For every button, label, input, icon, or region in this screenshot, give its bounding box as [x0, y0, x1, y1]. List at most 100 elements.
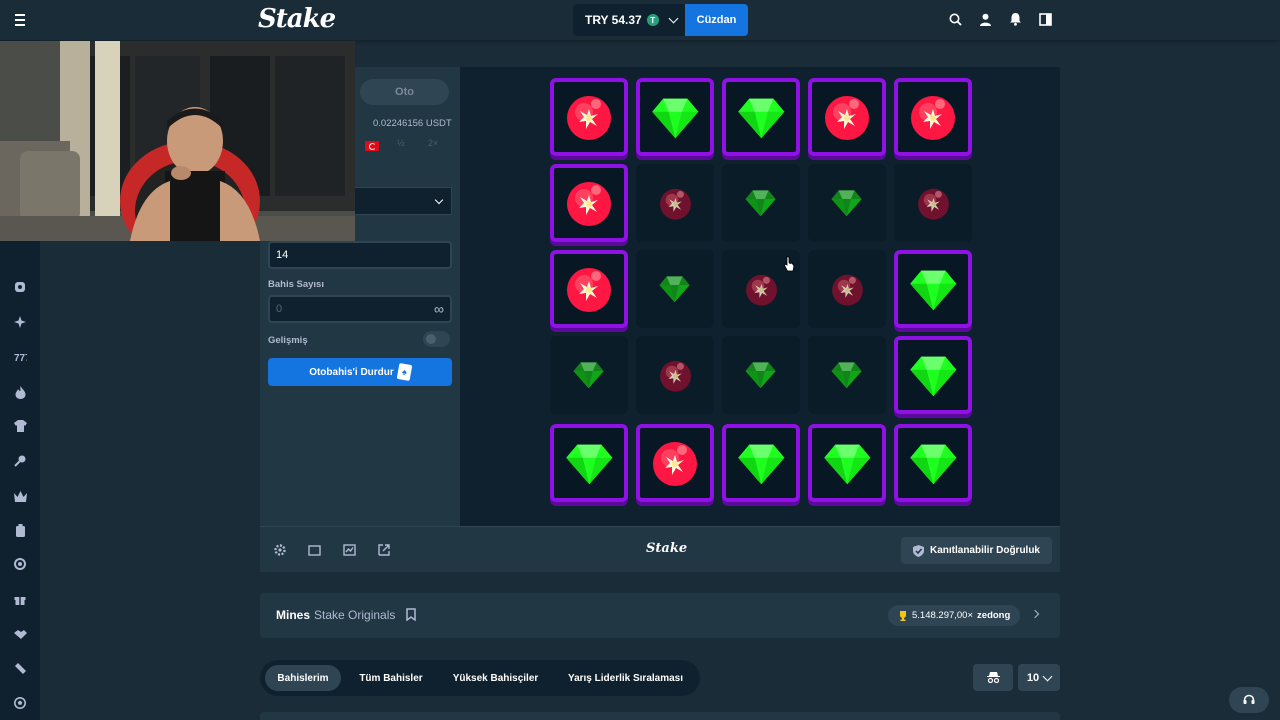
sidebar-toggle-icon[interactable] — [1038, 12, 1052, 26]
revealed-gem-tile[interactable] — [894, 336, 972, 414]
revealed-mine-tile[interactable] — [550, 78, 628, 156]
stake-logo[interactable]: Stake — [258, 4, 336, 34]
rows-count-select[interactable]: 10 — [1018, 664, 1060, 691]
gem-icon — [823, 444, 871, 484]
gem-icon — [659, 276, 691, 303]
advanced-toggle[interactable] — [423, 331, 450, 347]
revealed-gem-tile[interactable] — [894, 424, 972, 502]
crown-icon[interactable] — [13, 489, 27, 503]
chevron-down-icon — [1042, 671, 1053, 681]
theatre-mode-icon[interactable] — [307, 543, 321, 557]
balance-selector[interactable]: TRY 54.37 T — [573, 4, 685, 36]
unrevealed-mine-tile[interactable] — [636, 336, 714, 414]
tab-high-rollers[interactable]: Yüksek Bahisçiler — [443, 665, 548, 691]
unrevealed-gem-tile[interactable] — [550, 336, 628, 414]
casino-icon[interactable] — [13, 280, 27, 294]
provably-fair-button[interactable]: Kanıtlanabilir Doğruluk — [901, 537, 1052, 564]
unrevealed-mine-tile[interactable] — [894, 164, 972, 242]
revealed-mine-tile[interactable] — [808, 78, 886, 156]
tennis-icon[interactable] — [13, 454, 27, 468]
shield-check-icon — [912, 544, 924, 557]
turkey-flag-icon — [365, 141, 379, 151]
auto-mode-tab[interactable]: Oto — [360, 79, 449, 105]
mine-icon — [567, 182, 611, 226]
webcam-overlay — [0, 41, 355, 241]
stop-autobet-button[interactable]: Otobahis'i Durdur ♠ — [268, 358, 452, 386]
user-icon[interactable] — [978, 12, 992, 26]
provably-fair-label: Kanıtlanabilir Doğruluk — [929, 545, 1040, 556]
search-icon[interactable] — [948, 12, 962, 26]
bet-count-input[interactable]: 0 ∞ — [268, 295, 452, 323]
revealed-mine-tile[interactable] — [636, 424, 714, 502]
usdt-value: 0.02246156 USDT — [373, 118, 452, 129]
tab-all-bets[interactable]: Tüm Bahisler — [350, 665, 432, 691]
gem-icon — [909, 270, 957, 310]
slots-icon[interactable]: 777 — [13, 350, 27, 364]
gem-icon — [831, 190, 863, 217]
revealed-gem-tile[interactable] — [722, 424, 800, 502]
settings-icon[interactable] — [273, 543, 287, 557]
revealed-gem-tile[interactable] — [636, 78, 714, 156]
gems-value: 14 — [276, 249, 289, 261]
bell-icon[interactable] — [1008, 12, 1022, 26]
menu-icon[interactable] — [8, 10, 32, 30]
gem-icon — [909, 356, 957, 396]
shirt-icon[interactable] — [13, 419, 27, 433]
header-actions — [948, 12, 1052, 26]
mine-icon — [825, 96, 869, 140]
tab-race-leaderboard[interactable]: Yarış Liderlik Sıralaması — [558, 665, 693, 691]
gem-icon — [745, 190, 777, 217]
card-icon: ♠ — [396, 362, 413, 382]
half-button[interactable]: ½ — [397, 138, 405, 156]
gems-input[interactable]: 14 — [268, 241, 452, 269]
revealed-gem-tile[interactable] — [550, 424, 628, 502]
game-icon[interactable] — [13, 523, 27, 537]
gem-icon — [737, 444, 785, 484]
unrevealed-gem-tile[interactable] — [722, 164, 800, 242]
handshake-icon[interactable] — [13, 627, 27, 641]
esports-icon[interactable] — [13, 557, 27, 571]
balance-amount: TRY 54.37 — [585, 13, 642, 27]
gem-icon — [831, 362, 863, 389]
stats-icon[interactable] — [342, 543, 356, 557]
trophy-icon — [900, 610, 906, 621]
support-button[interactable] — [1229, 687, 1269, 713]
unrevealed-gem-tile[interactable] — [808, 164, 886, 242]
fire-icon[interactable] — [13, 385, 27, 399]
popout-icon[interactable] — [377, 543, 391, 557]
ticket-icon[interactable] — [13, 661, 27, 675]
unrevealed-gem-tile[interactable] — [808, 336, 886, 414]
revealed-mine-tile[interactable] — [550, 250, 628, 328]
game-provider[interactable]: Stake Originals — [314, 608, 395, 622]
gem-icon — [745, 362, 777, 389]
unrevealed-gem-tile[interactable] — [636, 250, 714, 328]
record-badge[interactable]: 5.148.297,00× zedong — [888, 605, 1020, 626]
unrevealed-mine-tile[interactable] — [808, 250, 886, 328]
bet-count-placeholder: 0 — [276, 303, 283, 315]
gift-icon[interactable] — [13, 592, 27, 606]
wallet-button[interactable]: Cüzdan — [685, 4, 748, 36]
gem-icon — [737, 98, 785, 138]
revealed-gem-tile[interactable] — [894, 250, 972, 328]
revealed-gem-tile[interactable] — [722, 78, 800, 156]
revealed-gem-tile[interactable] — [808, 424, 886, 502]
bet-count-label: Bahis Sayısı — [268, 279, 324, 290]
revealed-mine-tile[interactable] — [550, 164, 628, 242]
cursor-icon — [784, 256, 795, 272]
bookmark-icon[interactable] — [406, 608, 416, 621]
revealed-mine-tile[interactable] — [894, 78, 972, 156]
infinity-icon[interactable]: ∞ — [434, 301, 444, 317]
unrevealed-gem-tile[interactable] — [722, 336, 800, 414]
mine-icon — [659, 360, 691, 392]
mine-icon — [653, 442, 697, 486]
tab-my-bets[interactable]: Bahislerim — [265, 665, 341, 691]
chevron-down-icon — [668, 13, 679, 24]
sparkle-icon[interactable] — [13, 315, 27, 329]
double-button[interactable]: 2× — [428, 138, 438, 156]
soccer-icon[interactable] — [13, 696, 27, 710]
rows-count-value: 10 — [1026, 671, 1040, 684]
hide-button[interactable] — [973, 664, 1013, 691]
bets-table — [260, 712, 1060, 720]
unrevealed-mine-tile[interactable] — [636, 164, 714, 242]
mine-icon — [911, 96, 955, 140]
